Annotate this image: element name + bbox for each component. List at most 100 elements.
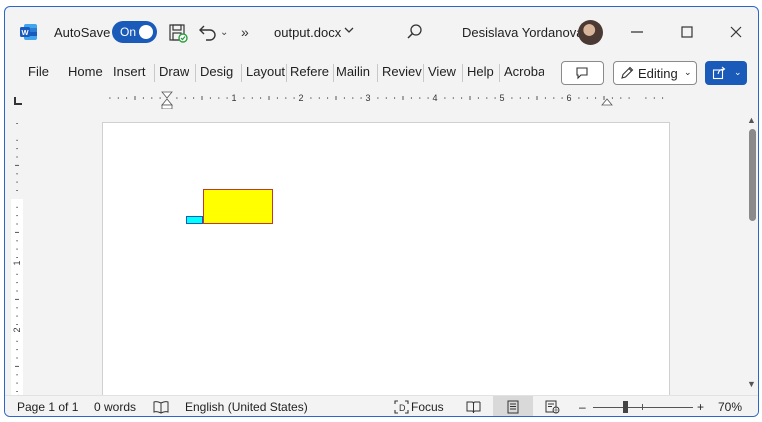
tab-view[interactable]: View	[428, 64, 456, 79]
ruler-tick	[16, 181, 18, 183]
tab-divider	[423, 64, 424, 82]
ruler-tick	[16, 240, 18, 242]
ruler-tick	[452, 97, 454, 99]
editing-mode-button[interactable]: Editing ⌄	[613, 61, 697, 85]
ruler-tick	[159, 97, 161, 99]
ruler-number: 3	[365, 93, 370, 103]
user-name[interactable]: Desislava Yordanova	[462, 25, 583, 40]
ruler-tick	[662, 97, 664, 99]
tab-divider	[377, 64, 378, 82]
zoom-out-button[interactable]: –	[579, 400, 586, 414]
scroll-up-icon[interactable]: ▲	[747, 115, 756, 125]
print-layout-icon[interactable]	[506, 400, 520, 414]
ruler-tick	[16, 156, 18, 158]
chevron-down-icon[interactable]	[343, 24, 355, 36]
maximize-icon[interactable]	[675, 20, 699, 44]
save-icon[interactable]	[168, 23, 188, 43]
undo-icon[interactable]	[198, 23, 218, 41]
ruler-tick	[184, 97, 186, 99]
ribbon-tabs: File Home Insert Draw Desig Layout Refer…	[5, 57, 758, 89]
word-window: W AutoSave On ⌄ » output.docx Desislava …	[4, 6, 759, 417]
ruler-number: 5	[499, 93, 504, 103]
yellow-rectangle-shape[interactable]	[203, 189, 273, 224]
tab-divider	[154, 64, 155, 82]
tab-acrobat[interactable]: Acroba	[504, 64, 544, 79]
ruler-tick	[544, 97, 546, 99]
ruler-tick	[611, 97, 613, 99]
tab-design[interactable]: Desig	[200, 64, 238, 79]
page-count[interactable]: Page 1 of 1	[17, 400, 78, 414]
vertical-scrollbar[interactable]: ▲ ▼	[745, 109, 758, 395]
ruler-number: 2	[298, 93, 303, 103]
autosave-label: AutoSave	[54, 25, 111, 40]
avatar[interactable]	[578, 20, 603, 45]
ruler-number: 6	[566, 93, 571, 103]
autosave-state: On	[120, 25, 137, 39]
scroll-down-icon[interactable]: ▼	[747, 379, 756, 389]
ruler-tick	[536, 96, 538, 100]
search-icon[interactable]	[406, 23, 424, 41]
autosave-toggle[interactable]: On	[112, 21, 157, 43]
scroll-thumb[interactable]	[749, 129, 756, 221]
svg-text:D: D	[399, 403, 406, 413]
share-icon	[712, 66, 726, 80]
tab-divider	[241, 64, 242, 82]
tab-layout[interactable]: Layout	[246, 64, 285, 79]
ruler-tick	[561, 97, 563, 99]
ruler-tick	[352, 97, 354, 99]
ruler-tick	[603, 96, 605, 100]
ruler-tick	[260, 97, 262, 99]
ruler-tick	[251, 97, 253, 99]
ruler-tick	[16, 290, 18, 292]
tab-file[interactable]: File	[28, 64, 49, 79]
ruler-tick	[645, 97, 647, 99]
zoom-in-button[interactable]: +	[697, 400, 704, 414]
ruler-tick	[293, 97, 295, 99]
more-commands-icon[interactable]: »	[241, 24, 249, 40]
tab-mailings[interactable]: Mailin	[336, 64, 376, 79]
ruler-tick	[385, 97, 387, 99]
zoom-slider-thumb[interactable]	[623, 401, 628, 413]
svg-text:W: W	[21, 28, 29, 37]
zoom-slider[interactable]	[593, 407, 693, 408]
word-logo-icon[interactable]: W	[20, 23, 38, 41]
tab-draw[interactable]: Draw	[159, 64, 189, 79]
tab-help[interactable]: Help	[467, 64, 494, 79]
ruler-tick	[343, 97, 345, 99]
zoom-level[interactable]: 70%	[718, 400, 742, 414]
proofing-book-icon[interactable]	[153, 400, 169, 414]
ruler-tick	[16, 173, 18, 175]
ruler-tick	[335, 96, 337, 100]
ruler-tick	[243, 97, 245, 99]
web-layout-icon[interactable]	[545, 400, 560, 414]
ruler-tick	[117, 97, 119, 99]
ruler-tick	[16, 223, 18, 225]
document-title[interactable]: output.docx	[274, 25, 341, 40]
ruler-scale: 123	[11, 123, 23, 395]
ruler-tick	[16, 215, 18, 217]
horizontal-ruler[interactable]: 1 2 3 4 5 6	[5, 89, 758, 109]
tab-home[interactable]: Home	[68, 64, 103, 79]
focus-button[interactable]: Focus	[411, 400, 444, 414]
ruler-scale: 1 2 3 4 5 6	[109, 91, 664, 109]
close-icon[interactable]	[724, 20, 748, 44]
ruler-tick	[193, 97, 195, 99]
document-canvas[interactable]	[31, 109, 745, 395]
word-count[interactable]: 0 words	[94, 400, 136, 414]
share-button[interactable]: ⌄	[705, 61, 747, 85]
language-indicator[interactable]: English (United States)	[185, 400, 308, 414]
tab-references[interactable]: Refere	[290, 64, 332, 79]
undo-dropdown-icon[interactable]: ⌄	[220, 27, 228, 38]
minimize-icon[interactable]	[625, 20, 649, 44]
ruler-tick	[126, 97, 128, 99]
vertical-ruler[interactable]: 123	[5, 115, 33, 395]
read-mode-icon[interactable]	[466, 400, 481, 414]
ruler-tick	[16, 123, 18, 124]
ruler-number: 1	[231, 93, 236, 103]
tab-review[interactable]: Reviev	[382, 64, 422, 79]
comments-button[interactable]	[561, 61, 604, 85]
ruler-tick	[402, 96, 404, 100]
tab-insert[interactable]: Insert	[113, 64, 146, 79]
cyan-rectangle-shape[interactable]	[186, 216, 203, 224]
document-page[interactable]	[102, 122, 670, 395]
